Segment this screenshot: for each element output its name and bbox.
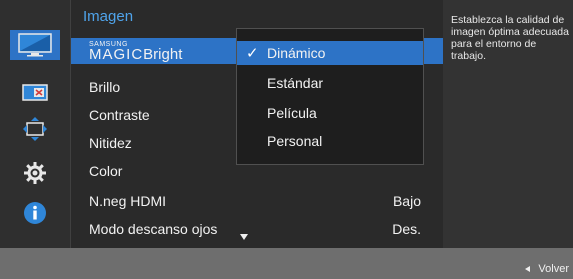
menu-item-label: Modo descanso ojos: [89, 221, 218, 237]
description-text: Establezca la calidad de imagen óptima a…: [451, 14, 569, 62]
bottom-bar: Volver: [0, 248, 573, 279]
picture-icon[interactable]: [10, 30, 60, 60]
magic-bright-submenu: ✓ Dinámico Estándar Película Personal: [236, 28, 424, 165]
category-rail: [0, 0, 70, 248]
settings-gear-icon[interactable]: [15, 158, 55, 188]
submenu-option-estandar[interactable]: Estándar: [237, 71, 423, 95]
submenu-option-dinamico[interactable]: ✓ Dinámico: [237, 41, 423, 65]
menu-item-label: Nitidez: [89, 135, 132, 151]
menu-item-label: Brillo: [89, 79, 121, 95]
menu-item-nneg-hdmi[interactable]: N.neg HDMI Bajo: [71, 188, 443, 214]
menu-item-value: Des.: [392, 221, 421, 237]
submenu-option-label: Personal: [267, 133, 323, 149]
submenu-option-label: Estándar: [267, 75, 324, 91]
menu-item-modo-descanso-ojos[interactable]: Modo descanso ojos Des.: [71, 216, 443, 242]
scroll-down-icon[interactable]: [240, 234, 248, 240]
menu-item-value: Bajo: [392, 193, 421, 209]
submenu-option-label: Película: [267, 105, 317, 121]
back-button[interactable]: Volver: [525, 263, 569, 275]
back-label: Volver: [538, 263, 569, 275]
description-panel: Establezca la calidad de imagen óptima a…: [443, 0, 573, 248]
menu-title: Imagen: [83, 8, 134, 25]
back-arrow-icon: [525, 266, 531, 272]
submenu-option-label: Dinámico: [267, 45, 326, 61]
checkmark-icon: ✓: [246, 45, 259, 62]
info-icon[interactable]: [15, 198, 55, 228]
position-icon[interactable]: [15, 114, 55, 144]
submenu-option-pelicula[interactable]: Película: [237, 101, 423, 125]
menu-item-label: N.neg HDMI: [89, 193, 167, 209]
brand-bright-text: Bright: [143, 45, 183, 63]
menu-item-label: Contraste: [89, 107, 150, 123]
menu-item-label: Color: [89, 163, 123, 179]
brand-magic-text: MAGIC: [89, 45, 144, 63]
submenu-option-personal[interactable]: Personal: [237, 129, 423, 153]
osd-window: Imagen SAMSUNG MAGICBright Brillo Contra…: [0, 0, 573, 279]
screen-adjust-icon[interactable]: [15, 78, 55, 108]
magic-bright-label: SAMSUNG MAGICBright: [89, 41, 182, 62]
